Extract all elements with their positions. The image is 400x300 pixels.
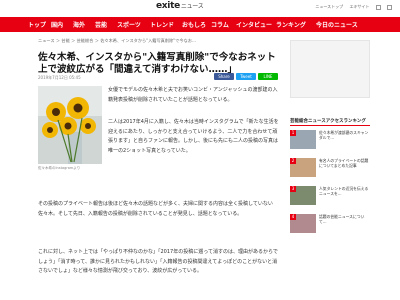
- ranking-title: 芸能総合ニュースアクセスランキング: [290, 119, 366, 124]
- article-paragraph-3: その投稿のプライベート報告は後ほど佐々木の話題などが多く、夫婦に関する内容は全く…: [38, 201, 273, 217]
- header-link-news-top[interactable]: ニューストップ: [315, 4, 343, 9]
- nav-item-top[interactable]: トップ: [28, 20, 46, 29]
- search-icon[interactable]: [375, 4, 381, 10]
- nav-item-ranking[interactable]: ランキング: [276, 20, 306, 29]
- site-logo[interactable]: exiteニュース: [156, 1, 204, 11]
- share-line-button[interactable]: LINE: [258, 73, 278, 80]
- ranking-item[interactable]: 3 人気タレントの近況を伝えるニュースを…: [290, 186, 370, 210]
- ranking-item-text: 佐々木希が渡部建のスキャンダルで…: [319, 130, 369, 140]
- rank-badge: 3: [290, 186, 296, 192]
- nav-item-column[interactable]: コラム: [211, 20, 229, 29]
- ranking-item[interactable]: 1 佐々木希が渡部建のスキャンダルで…: [290, 130, 370, 154]
- rank-badge: 2: [290, 158, 296, 164]
- nav-item-domestic[interactable]: 国内: [51, 20, 63, 29]
- header-link-excite[interactable]: エキサイト: [349, 4, 369, 9]
- nav-item-today[interactable]: 今日のニュース: [316, 20, 358, 29]
- ranking-item-text: 有名人のプライベートの話題についてまとめた記事: [319, 158, 369, 168]
- sidebar-ad[interactable]: [290, 40, 370, 98]
- logo-text: exite: [156, 1, 180, 11]
- nav-item-entertainment[interactable]: 芸能: [95, 20, 107, 29]
- share-facebook-button[interactable]: Share: [214, 73, 234, 80]
- article-paragraph-1: 女優でモデルの佐々木希と夫でお笑いコンビ・アンジャッシュの渡部建の入籍発表投稿が…: [108, 87, 278, 103]
- article-date: 2019年7月12日 05:45: [38, 75, 81, 80]
- rank-badge: 1: [290, 130, 296, 136]
- menu-icon[interactable]: [387, 4, 392, 10]
- ranking-item[interactable]: 2 有名人のプライベートの話題についてまとめた記事: [290, 158, 370, 182]
- ranking-item-text: 人気タレントの近況を伝えるニュースを…: [319, 186, 369, 196]
- share-twitter-button[interactable]: Tweet: [236, 73, 256, 80]
- nav-item-funny[interactable]: おもしろ: [182, 20, 206, 29]
- nav-item-sports[interactable]: スポーツ: [117, 20, 141, 29]
- ranking-item[interactable]: 4 話題の芸能ニュースについて…: [290, 214, 370, 238]
- article-paragraph-4: これに対し、ネット上では「やっぱり不仲なのかな」「2017年の投稿に遡って消すの…: [38, 249, 278, 274]
- logo-news-text: ニュース: [180, 3, 204, 10]
- article-photo[interactable]: [38, 86, 102, 164]
- article-paragraph-2: 二人は2017年4月に入籍し、佐々木は当時インスタグラムで「新たな生活を迎えるに…: [108, 119, 279, 154]
- ranking-item-text: 話題の芸能ニュースについて…: [319, 214, 365, 224]
- sunflower-photo-image: [38, 86, 102, 164]
- header-links: ニューストップ エキサイト: [310, 4, 392, 10]
- ranking-divider: [290, 125, 370, 126]
- main-nav: トップ 国内 海外 芸能 スポーツ トレンド おもしろ コラム インタビュー ラ…: [0, 17, 400, 32]
- nav-item-interview[interactable]: インタビュー: [236, 20, 272, 29]
- nav-item-overseas[interactable]: 海外: [73, 20, 85, 29]
- nav-item-trend[interactable]: トレンド: [150, 20, 174, 29]
- photo-caption: 佐々木希のInstagramより: [38, 166, 81, 170]
- rank-badge: 4: [290, 214, 296, 220]
- site-header: exiteニュース ニューストップ エキサイト: [0, 0, 400, 16]
